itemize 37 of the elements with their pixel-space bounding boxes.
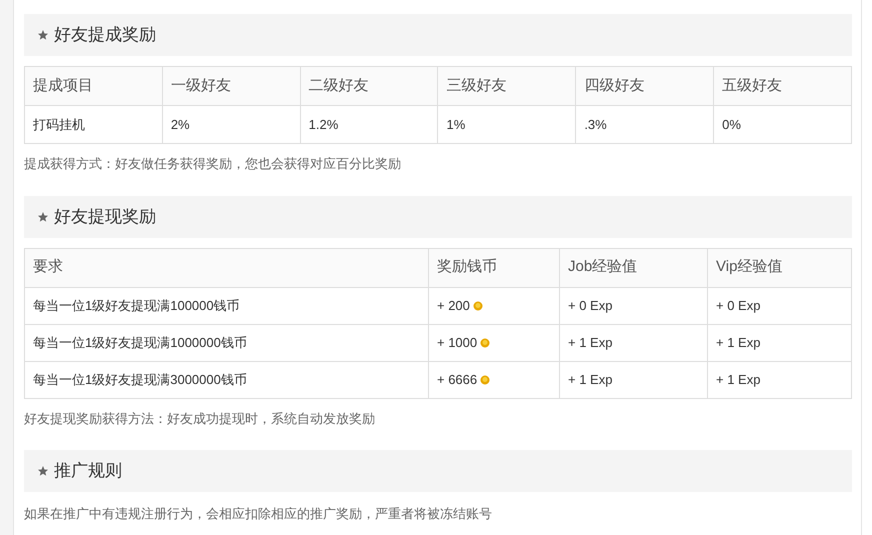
table-cell: + 0 Exp (560, 287, 708, 324)
column-header: 五级好友 (714, 66, 852, 106)
star-icon (37, 29, 49, 41)
coin-amount: + 6666 (437, 370, 478, 389)
star-icon (37, 465, 49, 477)
table-cell: 0% (714, 106, 852, 144)
table-cell: + 0 Exp (708, 287, 852, 324)
column-header: 一级好友 (162, 66, 300, 106)
column-header: Job经验值 (560, 248, 708, 287)
table-cell: + 1 Exp (560, 361, 708, 398)
note-text: 好友提现奖励获得方法：好友成功提现时，系统自动发放奖励 (24, 410, 376, 428)
table-cell: + 1 Exp (708, 324, 852, 361)
table-cell: 每当一位1级好友提现满100000钱币 (24, 287, 428, 324)
coin-amount: + 200 (437, 296, 470, 315)
column-header: 提成项目 (24, 66, 162, 106)
table-cell: 每当一位1级好友提现满1000000钱币 (24, 324, 428, 361)
column-header: 要求 (24, 248, 428, 287)
table-cell: 2% (162, 106, 300, 144)
note-text: 提成获得方式：好友做任务获得奖励，您也会获得对应百分比奖励 (24, 155, 402, 173)
column-header: 四级好友 (576, 66, 714, 106)
section-title: 好友提成奖励 (54, 24, 156, 46)
table-cell: + 1 Exp (708, 361, 852, 398)
column-header: 奖励钱币 (428, 248, 560, 287)
star-icon (37, 210, 49, 222)
column-header: 三级好友 (438, 66, 576, 106)
table-cell: .3% (576, 106, 714, 144)
note-text: 如果在推广中有违规注册行为，会相应扣除相应的推广奖励，严重者将被冻结账号 (24, 505, 493, 523)
section-title: 好友提现奖励 (54, 206, 156, 228)
table-cell: + 1 Exp (560, 324, 708, 361)
table-cell: 每当一位1级好友提现满3000000钱币 (24, 361, 428, 398)
column-header: Vip经验值 (708, 248, 852, 287)
table-cell: 1.2% (300, 106, 438, 144)
table-cell: 1% (438, 106, 576, 144)
section-title: 推广规则 (54, 460, 122, 482)
table-cell: 打码挂机 (24, 106, 162, 144)
column-header: 二级好友 (300, 66, 438, 106)
coin-amount: + 1000 (437, 334, 478, 352)
